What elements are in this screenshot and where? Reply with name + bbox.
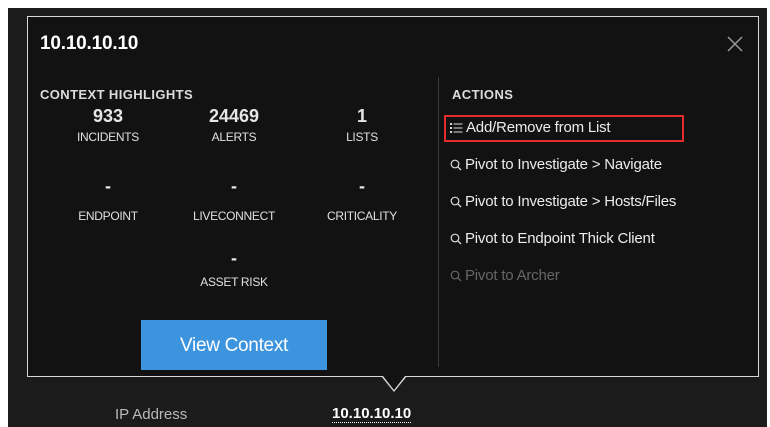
action-pivot-endpoint-thick-client[interactable]: Pivot to Endpoint Thick Client [450, 230, 655, 247]
action-label: Pivot to Archer [465, 267, 560, 284]
action-label: Add/Remove from List [466, 119, 611, 136]
column-divider [438, 77, 439, 367]
actions-heading: ACTIONS [452, 87, 514, 102]
stat-lists[interactable]: 1 LISTS [302, 105, 422, 144]
list-icon [450, 122, 463, 134]
stat-value: 1 [356, 106, 367, 126]
stat-label: ENDPOINT [78, 209, 138, 223]
search-icon [450, 196, 462, 208]
stat-value: - [231, 248, 237, 268]
search-icon [450, 233, 462, 245]
stat-incidents[interactable]: 933 INCIDENTS [48, 105, 168, 144]
action-add-remove-from-list[interactable]: Add/Remove from List [450, 119, 611, 136]
search-icon [450, 270, 462, 282]
close-icon[interactable] [726, 35, 744, 53]
action-pivot-investigate-navigate[interactable]: Pivot to Investigate > Navigate [450, 156, 662, 173]
stat-value: - [359, 176, 365, 196]
stat-value: - [105, 176, 111, 196]
context-highlights-heading: CONTEXT HIGHLIGHTS [40, 87, 194, 102]
stat-asset-risk[interactable]: - ASSET RISK [174, 247, 294, 289]
stat-value: - [231, 176, 237, 196]
stat-value: 24469 [208, 106, 260, 126]
ip-address-label: IP Address [115, 406, 188, 423]
ip-address-value[interactable]: 10.10.10.10 [332, 405, 412, 423]
screenshot-stage: 10.10.10.10 CONTEXT HIGHLIGHTS 933 INCID… [0, 0, 770, 427]
popup-title: 10.10.10.10 [40, 33, 139, 54]
action-label: Pivot to Investigate > Hosts/Files [465, 193, 677, 210]
search-icon [450, 159, 462, 171]
stat-liveconnect[interactable]: - LIVECONNECT [174, 175, 294, 223]
popup-caret-fill [383, 376, 405, 390]
action-pivot-archer: Pivot to Archer [450, 267, 560, 284]
stat-label: LISTS [346, 130, 378, 144]
stat-label: CRITICALITY [326, 209, 398, 223]
stat-label: ALERTS [211, 130, 257, 144]
stat-label: INCIDENTS [77, 130, 139, 144]
stat-label: LIVECONNECT [192, 209, 276, 223]
action-label: Pivot to Investigate > Navigate [465, 156, 662, 173]
context-tooltip-popup: 10.10.10.10 CONTEXT HIGHLIGHTS 933 INCID… [27, 16, 759, 377]
view-context-button[interactable]: View Context [141, 320, 327, 370]
stat-alerts[interactable]: 24469 ALERTS [174, 105, 294, 144]
stat-label: ASSET RISK [200, 275, 268, 289]
action-label: Pivot to Endpoint Thick Client [465, 230, 655, 247]
stat-endpoint[interactable]: - ENDPOINT [48, 175, 168, 223]
stat-criticality[interactable]: - CRITICALITY [302, 175, 422, 223]
action-pivot-investigate-hosts-files[interactable]: Pivot to Investigate > Hosts/Files [450, 193, 676, 210]
stat-value: 933 [92, 106, 124, 126]
